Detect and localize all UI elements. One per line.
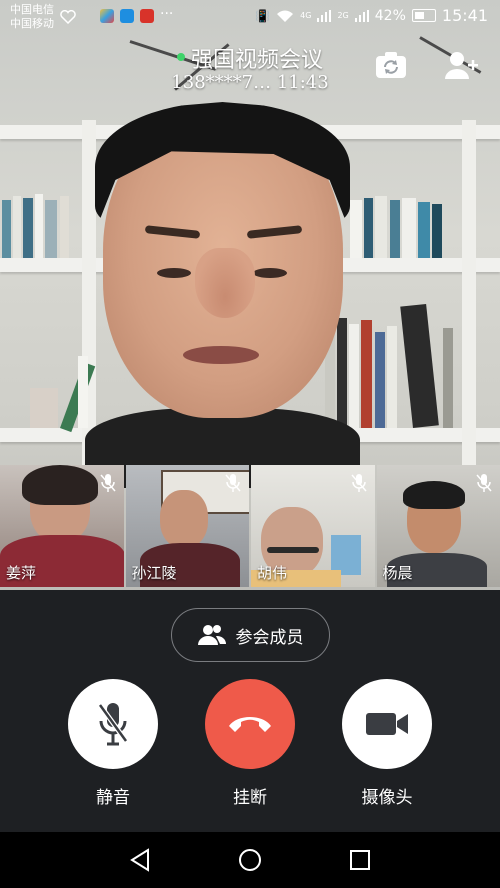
books-left-bottom — [0, 340, 100, 433]
back-icon[interactable] — [126, 846, 154, 874]
call-title-row: 强国视频会议 — [0, 42, 500, 74]
participant-tile[interactable]: 姜萍 — [0, 465, 124, 587]
camera-label: 摄像头 — [361, 788, 413, 808]
camera-button[interactable] — [342, 679, 432, 769]
participant-name: 胡伟 — [257, 564, 288, 582]
call-subtitle: 138****7… 11:43 — [171, 72, 329, 93]
participant-name: 杨晨 — [382, 564, 413, 582]
members-icon — [197, 625, 226, 645]
hangup-label: 挂断 — [233, 788, 267, 808]
status-right: 📳 4G 2G 42% 15:41 — [255, 6, 488, 25]
wifi-icon — [277, 10, 294, 22]
members-button[interactable]: 参会成员 — [171, 608, 330, 662]
clock: 15:41 — [441, 6, 488, 25]
heart-monitor-icon — [60, 10, 76, 24]
carrier-info: 中国电信 中国移动 — [10, 3, 54, 31]
more-notifications-icon: ··· — [160, 6, 174, 22]
mic-muted-icon — [225, 474, 241, 492]
mute-button[interactable] — [68, 679, 158, 769]
system-nav-bar — [0, 832, 500, 888]
books-left-top — [0, 190, 80, 258]
home-icon[interactable] — [236, 846, 264, 874]
mic-muted-icon — [99, 474, 116, 492]
notification-icons: ··· — [100, 6, 174, 23]
carrier-1: 中国电信 — [10, 3, 54, 16]
tuniu-app-icon — [120, 9, 134, 23]
mic-muted-icon — [350, 474, 367, 492]
camera-control: 摄像头 — [342, 679, 432, 808]
members-button-label: 参会成员 — [235, 627, 304, 648]
hangup-button[interactable] — [205, 679, 295, 769]
camera-switch-icon — [376, 52, 406, 78]
participant-name: 姜萍 — [6, 564, 37, 582]
vibrate-icon: 📳 — [255, 8, 271, 23]
add-person-icon — [445, 52, 478, 79]
signal-icon — [317, 9, 332, 22]
participant-strip: 姜萍 孙江陵 胡伟 杨晨 — [0, 465, 500, 587]
network-2g: 2G — [337, 10, 349, 20]
speaker-face — [85, 102, 360, 488]
recents-icon[interactable] — [346, 846, 374, 874]
participant-name: 孙江陵 — [131, 564, 177, 582]
participant-tile[interactable]: 杨晨 — [376, 465, 500, 587]
shelf-post — [462, 120, 476, 480]
battery-icon — [411, 9, 436, 22]
phone-hangup-icon — [229, 717, 271, 732]
news-app-icon — [140, 9, 154, 23]
mute-label: 静音 — [96, 788, 130, 808]
hangup-control: 挂断 — [205, 679, 295, 808]
participant-tile[interactable]: 胡伟 — [251, 465, 375, 587]
carrier-2: 中国移动 — [10, 17, 54, 30]
status-bar: 中国电信 中国移动 ··· 📳 4G 2G 42% 15:41 — [0, 0, 500, 34]
signal-icon — [354, 9, 369, 22]
video-camera-icon — [366, 713, 408, 735]
gallery-app-icon — [100, 9, 114, 23]
books-right-top — [346, 195, 462, 258]
mic-muted-icon — [97, 703, 129, 746]
mic-muted-icon — [476, 474, 492, 492]
battery-percent: 42% — [374, 7, 406, 24]
network-4g: 4G — [300, 10, 312, 20]
switch-camera-button[interactable] — [374, 50, 408, 80]
call-title: 强国视频会议 — [190, 48, 323, 73]
participant-tile[interactable]: 孙江陵 — [125, 465, 249, 587]
online-dot — [176, 53, 185, 61]
add-member-button[interactable] — [444, 50, 478, 80]
mute-control: 静音 — [68, 679, 158, 808]
